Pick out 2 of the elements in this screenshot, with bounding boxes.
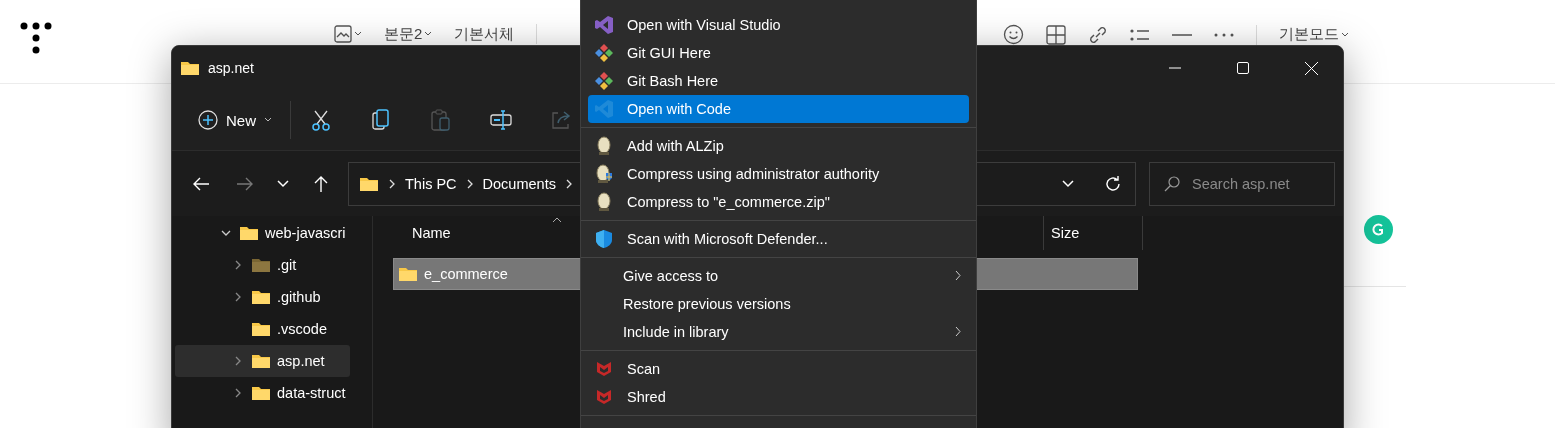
window-title: asp.net (208, 60, 255, 76)
file-name: e_commerce (424, 266, 508, 282)
